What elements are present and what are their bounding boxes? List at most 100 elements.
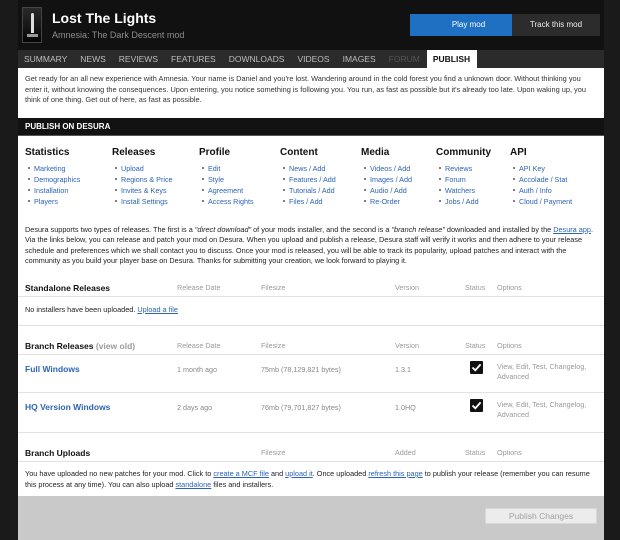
- link-agreement[interactable]: Agreement: [202, 185, 254, 196]
- column-title: Profile: [199, 147, 231, 158]
- link-features-add[interactable]: Features / Add: [283, 174, 336, 185]
- note-text: files and installers.: [211, 480, 274, 489]
- publish-footer: Publish Changes: [18, 496, 604, 540]
- tower-icon: [31, 13, 34, 33]
- column-title: Content: [280, 147, 318, 158]
- publish-changes-button[interactable]: Publish Changes: [485, 508, 597, 524]
- link-images-add[interactable]: Images / Add: [364, 174, 412, 185]
- mod-subtitle[interactable]: Amnesia: The Dark Descent mod: [52, 30, 184, 40]
- desc-text: of your mods installer, and the second i…: [251, 225, 392, 234]
- column-community: Community Reviews Forum Watchers Jobs / …: [436, 147, 491, 207]
- uploads-title: Branch Uploads: [25, 448, 91, 458]
- column-content: Content News / Add Features / Add Tutori…: [280, 147, 336, 207]
- tab-summary[interactable]: SUMMARY: [18, 50, 74, 68]
- link-reviews[interactable]: Reviews: [439, 163, 491, 174]
- tab-videos[interactable]: VIDEOS: [291, 50, 336, 68]
- publish-panel: Statistics Marketing Demographics Instal…: [18, 136, 604, 496]
- release-name[interactable]: HQ Version Windows: [25, 402, 110, 412]
- link-upload[interactable]: Upload: [115, 163, 173, 174]
- link-re-order[interactable]: Re-Order: [364, 196, 412, 207]
- link-videos-add[interactable]: Videos / Add: [364, 163, 412, 174]
- tab-downloads[interactable]: DOWNLOADS: [223, 50, 292, 68]
- link-cloud-payment[interactable]: Cloud / Payment: [512, 196, 572, 207]
- branch-header: Branch Releases (view old) Release Date …: [25, 341, 597, 355]
- status-checkbox[interactable]: [470, 361, 483, 374]
- link-players[interactable]: Players: [27, 196, 80, 207]
- uploads-note: You have uploaded no new patches for you…: [25, 468, 597, 490]
- link-forum[interactable]: Forum: [439, 174, 491, 185]
- link-demographics[interactable]: Demographics: [27, 174, 80, 185]
- section-title: PUBLISH ON DESURA: [18, 118, 604, 136]
- desc-text: downloaded and installed by the: [444, 225, 554, 234]
- link-access-rights[interactable]: Access Rights: [202, 196, 254, 207]
- refresh-page-link[interactable]: refresh this page: [368, 469, 422, 478]
- link-news-add[interactable]: News / Add: [283, 163, 336, 174]
- release-options[interactable]: View, Edit, Test, Changelog, Advanced: [497, 400, 597, 420]
- col-release-date: Release Date: [177, 283, 221, 292]
- tab-images[interactable]: IMAGES: [337, 50, 383, 68]
- upload-file-link[interactable]: Upload a file: [137, 305, 178, 314]
- tab-forum[interactable]: FORUM: [383, 50, 427, 68]
- col-version: Version: [395, 283, 419, 292]
- link-api-key[interactable]: API Key: [512, 163, 572, 174]
- link-installation[interactable]: Installation: [27, 185, 80, 196]
- link-style[interactable]: Style: [202, 174, 254, 185]
- link-regions-price[interactable]: Regions & Price: [115, 174, 173, 185]
- desura-app-link[interactable]: Desura app: [553, 225, 591, 234]
- col-added: Added: [395, 448, 416, 457]
- column-title: Releases: [112, 147, 156, 158]
- tab-features[interactable]: FEATURES: [165, 50, 223, 68]
- link-edit[interactable]: Edit: [202, 163, 254, 174]
- check-icon: [471, 363, 482, 372]
- standalone-empty: No installers have been uploaded. Upload…: [25, 305, 178, 314]
- upload-it-link[interactable]: upload it: [285, 469, 313, 478]
- col-status: Status: [465, 448, 486, 457]
- link-invites-keys[interactable]: Invites & Keys: [115, 185, 173, 196]
- tab-publish[interactable]: PUBLISH: [426, 50, 478, 68]
- link-tutorials-add[interactable]: Tutorials / Add: [283, 185, 336, 196]
- release-version: 1.3.1: [395, 365, 411, 374]
- link-install-settings[interactable]: Install Settings: [115, 196, 173, 207]
- nav-tabs: SUMMARY NEWS REVIEWS FEATURES DOWNLOADS …: [18, 50, 604, 68]
- link-marketing[interactable]: Marketing: [27, 163, 80, 174]
- release-name[interactable]: Full Windows: [25, 364, 80, 374]
- col-filesize: Filesize: [261, 448, 286, 457]
- col-options: Options: [497, 341, 522, 350]
- page-frame: Lost The Lights Amnesia: The Dark Descen…: [18, 0, 604, 540]
- divider: [18, 432, 604, 433]
- note-text: You have uploaded no new patches for you…: [25, 469, 214, 478]
- column-title: Media: [361, 147, 390, 158]
- col-filesize: Filesize: [261, 283, 286, 292]
- view-old-link[interactable]: (view old): [96, 341, 135, 351]
- tab-news[interactable]: NEWS: [74, 50, 113, 68]
- link-watchers[interactable]: Watchers: [439, 185, 491, 196]
- column-statistics: Statistics Marketing Demographics Instal…: [25, 147, 80, 207]
- table-row: Full Windows 1 month ago 75mb (78,129,82…: [25, 356, 597, 386]
- col-filesize: Filesize: [261, 341, 286, 350]
- link-auth-info[interactable]: Auth / Info: [512, 185, 572, 196]
- link-accolade-stat[interactable]: Accolade / Stat: [512, 174, 572, 185]
- divider: [18, 325, 604, 326]
- status-checkbox[interactable]: [470, 399, 483, 412]
- empty-text: No installers have been uploaded.: [25, 305, 136, 314]
- standalone-title: Standalone Releases: [25, 283, 111, 293]
- link-files-add[interactable]: Files / Add: [283, 196, 336, 207]
- divider: [18, 392, 604, 393]
- standalone-link[interactable]: standalone: [176, 480, 212, 489]
- link-jobs-add[interactable]: Jobs / Add: [439, 196, 491, 207]
- mod-title: Lost The Lights: [52, 10, 157, 26]
- note-text: and: [268, 469, 286, 478]
- uploads-header: Branch Uploads Filesize Added Status Opt…: [25, 448, 597, 462]
- tab-reviews[interactable]: REVIEWS: [113, 50, 165, 68]
- mod-logo: [22, 7, 42, 43]
- create-mcf-link[interactable]: create a MCF file: [213, 469, 269, 478]
- release-filesize: 75mb (78,129,821 bytes): [261, 365, 341, 374]
- note-text: . Once uploaded: [312, 469, 369, 478]
- release-version: 1.0HQ: [395, 403, 416, 412]
- col-version: Version: [395, 341, 419, 350]
- link-audio-add[interactable]: Audio / Add: [364, 185, 412, 196]
- desc-emphasis: "direct download": [194, 225, 252, 234]
- track-mod-button[interactable]: Track this mod: [512, 14, 600, 36]
- play-mod-button[interactable]: Play mod: [410, 14, 527, 36]
- release-options[interactable]: View, Edit, Test, Changelog, Advanced: [497, 362, 597, 382]
